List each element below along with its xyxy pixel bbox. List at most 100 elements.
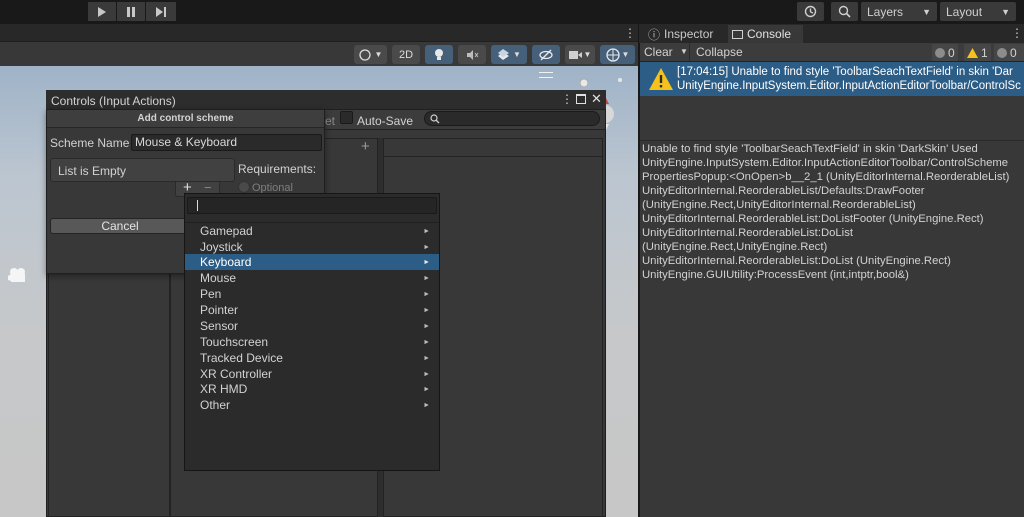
pause-button[interactable] [117,2,145,21]
maximize-icon[interactable] [576,94,586,104]
camera-gizmo-icon [8,268,25,282]
search-icon [430,114,440,124]
chevron-right-icon: ► [423,290,430,298]
properties-header [384,139,602,157]
more-options-icon[interactable]: ⋮ [561,92,573,106]
menu-item-other[interactable]: Other ► [185,397,439,413]
info-icon: ⓘ [648,27,661,42]
auto-save-checkbox[interactable] [340,111,353,124]
menu-item-gamepad[interactable]: Gamepad ► [185,223,439,239]
search-input[interactable] [424,111,600,126]
close-icon[interactable]: ✕ [591,91,602,107]
warning-count-toggle[interactable]: 1 [964,44,991,61]
popup-header: Add control scheme [47,110,324,128]
chevron-right-icon: ► [423,370,430,378]
menu-item-label: Touchscreen [200,335,269,349]
window-title: Controls (Input Actions) [51,94,176,108]
audio-toggle[interactable] [458,45,486,64]
search-icon [838,5,851,18]
chevron-right-icon: ► [423,274,430,282]
more-options-icon[interactable]: ⋮ [1011,26,1023,40]
eye-slash-icon [539,49,553,60]
detail-line: UnityEditorInternal.ReorderableList:DoLi… [642,255,951,267]
tab-console[interactable]: Console [728,25,803,43]
menu-item-tracked-device[interactable]: Tracked Device ► [185,350,439,366]
layers-dropdown[interactable]: Layers ▼ [861,2,937,21]
search-button[interactable] [831,2,858,21]
optional-radio[interactable] [238,181,250,193]
input-actions-titlebar[interactable]: Controls (Input Actions) ⋮ ✕ [46,90,606,110]
error-icon [997,47,1007,58]
history-button[interactable] [797,2,824,21]
device-list: List is Empty [50,158,235,182]
right-tab-bar: ⓘ Inspector Console ⋮ [639,24,1024,43]
detail-line: UnityEditorInternal.ReorderableList:DoLi… [642,213,984,225]
menu-item-pointer[interactable]: Pointer ► [185,302,439,318]
menu-item-label: XR HMD [200,382,248,396]
menu-item-keyboard[interactable]: Keyboard ► [185,254,439,270]
step-button[interactable] [146,2,176,21]
menu-item-xr-controller[interactable]: XR Controller ► [185,366,439,382]
list-empty-text: List is Empty [58,164,127,178]
menu-item-xr-hmd[interactable]: XR HMD ► [185,381,439,397]
detail-line: Unable to find style 'ToolbarSeachTextFi… [642,143,978,155]
text-cursor [197,200,198,211]
chevron-down-icon[interactable]: ▼ [680,47,688,56]
detail-line: UnityEngine.GUIUtility:ProcessEvent (int… [642,269,909,281]
camera-icon [568,50,582,59]
log-entry-selected[interactable]: [17:04:15] Unable to find style 'Toolbar… [640,62,1024,96]
hidden-objects-toggle[interactable] [532,45,560,64]
error-count-toggle[interactable]: 0 [994,44,1024,61]
tab-label: Console [747,27,792,41]
chevron-right-icon: ► [423,322,430,330]
menu-item-joystick[interactable]: Joystick ► [185,239,439,255]
draw-mode-button[interactable]: ▼ [354,45,387,64]
menu-item-mouse[interactable]: Mouse ► [185,270,439,286]
lighting-toggle[interactable] [425,45,453,64]
camera-settings-button[interactable]: ▼ [565,45,595,64]
menu-item-sensor[interactable]: Sensor ► [185,318,439,334]
save-asset-partial-label[interactable]: et [325,114,335,128]
menu-item-pen[interactable]: Pen ► [185,286,439,302]
step-icon [156,6,166,17]
hamburger-icon[interactable] [539,72,553,78]
error-count: 0 [1010,45,1017,60]
warning-count: 1 [981,45,988,60]
clear-button[interactable]: Clear [644,45,673,59]
requirements-label: Requirements: [238,162,317,176]
detail-line: (UnityEngine.Rect,UnityEngine.Rect) [642,241,828,253]
gizmos-toggle[interactable]: ▼ [600,45,635,64]
cancel-button[interactable]: Cancel [50,218,190,234]
effects-icon [498,48,510,60]
menu-item-touchscreen[interactable]: Touchscreen ► [185,334,439,350]
layout-label: Layout [946,4,983,19]
2d-toggle[interactable]: 2D [392,45,420,64]
info-count-toggle[interactable]: 0 [932,44,958,61]
menu-item-label: Pointer [200,303,239,317]
layout-dropdown[interactable]: Layout ▼ [940,2,1016,21]
more-options-icon[interactable]: ⋮ [624,26,636,40]
info-icon [935,47,945,58]
play-button[interactable] [88,2,116,21]
chevron-right-icon: ► [423,338,430,346]
add-action-icon[interactable]: + [361,138,370,155]
collapse-button[interactable]: Collapse [696,45,743,59]
tab-inspector[interactable]: ⓘ Inspector [642,25,727,43]
effects-toggle[interactable]: ▼ [491,45,527,64]
shading-icon [358,48,371,61]
detail-line: UnityEditorInternal.ReorderableList:DoLi… [642,227,853,239]
log-stack: UnityEngine.InputSystem.Editor.InputActi… [677,80,1021,92]
scheme-name-label: Scheme Name [50,136,130,150]
chevron-right-icon: ► [423,227,430,235]
menu-item-label: Pen [200,287,222,301]
chevron-right-icon: ► [423,385,430,393]
pause-icon [127,6,135,17]
menu-item-label: Joystick [200,240,243,254]
menu-search-field[interactable] [187,197,437,214]
info-count: 0 [948,45,955,60]
console-icon [732,29,743,39]
scheme-name-field[interactable]: Mouse & Keyboard [131,134,322,151]
lightbulb-icon [435,49,443,60]
menu-item-label: Other [200,398,231,412]
chevron-down-icon: ▼ [1001,6,1010,17]
